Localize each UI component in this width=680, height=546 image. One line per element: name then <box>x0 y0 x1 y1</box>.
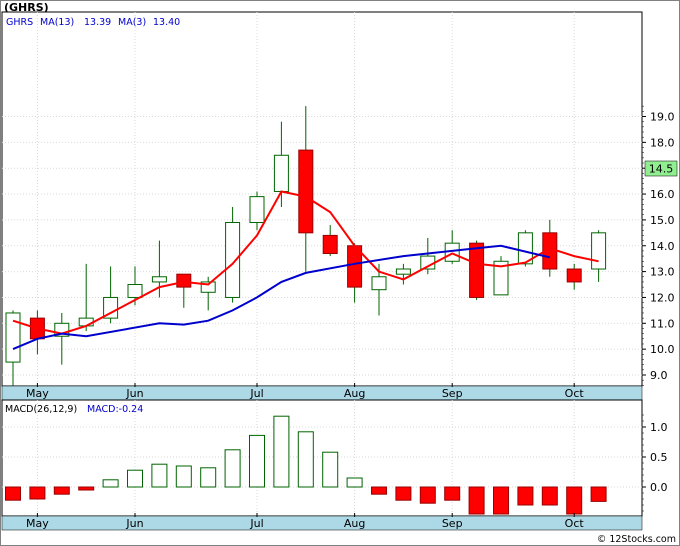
macd-bar-positive <box>127 469 143 488</box>
macd-bar-negative <box>566 486 583 515</box>
macd-bar-negative <box>419 486 436 504</box>
month-label: Aug <box>344 517 365 530</box>
price-panel-frame <box>1 11 643 387</box>
price-y-tick-label: 9.0 <box>650 369 668 382</box>
legend-ma3-label: MA(3) <box>118 17 146 28</box>
macd-bar-negative <box>468 486 485 515</box>
month-label: Sep <box>442 517 463 530</box>
macd-bar-positive <box>273 415 290 488</box>
legend-ma3-value: 13.40 <box>153 17 180 28</box>
candle-up <box>151 276 167 283</box>
last-price-tag-text: 14.5 <box>649 163 674 176</box>
macd-bar-positive <box>200 467 217 488</box>
macd-bar-positive <box>297 431 314 488</box>
macd-bar-positive <box>346 477 363 488</box>
month-label: Jul <box>249 387 263 400</box>
candle-up <box>371 276 387 291</box>
macd-bar-positive <box>175 465 192 488</box>
macd-bar-positive <box>102 479 119 488</box>
price-legend: GHRS MA(13) 13.39 MA(3) 13.40 <box>6 17 180 28</box>
legend-ma13-label: MA(13) <box>40 17 74 28</box>
legend-macd-label: MACD(26,12,9) <box>5 404 77 415</box>
legend-ticker: GHRS <box>6 17 33 28</box>
price-y-tick-label: 12.0 <box>650 291 675 304</box>
macd-month-band <box>1 515 643 531</box>
macd-bar-negative <box>517 486 534 506</box>
price-y-tick-label: 18.0 <box>650 136 675 149</box>
candle-up <box>395 268 411 275</box>
candle-down <box>322 234 338 255</box>
macd-panel: 0.0 0.5 1.0 <box>1 399 668 517</box>
candle-up <box>591 232 607 270</box>
price-y-tick-label: 13.0 <box>650 266 675 279</box>
macd-bar-positive <box>151 463 168 488</box>
legend-ma13-value: 13.39 <box>84 17 111 28</box>
candle-up <box>273 154 289 192</box>
month-label: May <box>26 387 49 400</box>
month-label: Aug <box>344 387 365 400</box>
price-y-tick-label: 16.0 <box>650 188 675 201</box>
candle-down <box>469 242 485 298</box>
macd-y-tick-label: 0.5 <box>650 451 668 464</box>
candle-down <box>176 273 192 288</box>
macd-bar-negative <box>53 486 70 495</box>
macd-bar-negative <box>29 486 46 500</box>
candle-down <box>298 149 314 234</box>
macd-bar-negative <box>5 486 21 501</box>
legend-macd-value: MACD:-0.24 <box>87 404 143 415</box>
macd-bar-negative <box>444 486 461 501</box>
candle-up <box>249 196 265 223</box>
month-label: Sep <box>442 387 463 400</box>
macd-bar-negative <box>395 486 412 501</box>
month-label: Jun <box>125 517 143 530</box>
month-label: Jul <box>249 517 263 530</box>
stock-chart: 9.010.011.012.013.014.015.016.017.018.01… <box>0 0 680 546</box>
month-label: Jun <box>125 387 143 400</box>
macd-bar-negative <box>371 486 387 495</box>
month-label: Oct <box>565 517 585 530</box>
price-y-tick-label: 15.0 <box>650 214 675 227</box>
macd-legend: MACD(26,12,9) MACD:-0.24 <box>5 404 143 415</box>
macd-bar-positive <box>322 451 339 488</box>
chart-title: (GHRS) <box>4 1 49 14</box>
candle-down <box>566 268 582 283</box>
price-y-tick-label: 19.0 <box>650 111 675 124</box>
candle-up <box>78 317 94 327</box>
month-label: Oct <box>565 387 585 400</box>
macd-bar-negative <box>493 486 509 515</box>
macd-bar-negative <box>78 486 95 491</box>
macd-y-axis: 0.0 0.5 1.0 <box>650 421 668 494</box>
last-price-tag: 14.5 <box>644 160 678 177</box>
macd-bar-negative <box>541 486 558 506</box>
macd-bar-positive <box>249 434 265 488</box>
price-y-tick-label: 10.0 <box>650 343 675 356</box>
month-label: May <box>26 517 49 530</box>
candle-up <box>5 312 21 363</box>
macd-y-tick-label: 0.0 <box>650 481 668 494</box>
macd-bar-positive <box>224 449 241 488</box>
price-y-tick-label: 14.0 <box>650 240 675 253</box>
price-month-band <box>1 385 643 401</box>
price-panel: 9.010.011.012.013.014.015.016.017.018.01… <box>1 11 678 387</box>
candle-up <box>127 284 143 298</box>
price-y-tick-label: 11.0 <box>650 317 675 330</box>
candle-up <box>225 221 241 298</box>
macd-bar-negative <box>590 486 607 502</box>
watermark: © 12Stocks.com <box>597 534 676 545</box>
macd-y-tick-label: 1.0 <box>650 421 668 434</box>
